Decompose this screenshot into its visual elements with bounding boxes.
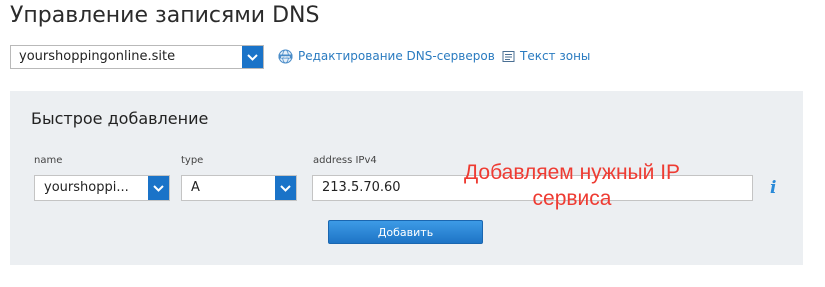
- name-select-value: yourshoppi...: [44, 180, 129, 195]
- name-label: name: [34, 155, 63, 166]
- document-icon: [502, 50, 515, 63]
- quick-add-title: Быстрое добавление: [31, 109, 209, 128]
- domain-select[interactable]: yourshoppingonline.site: [10, 45, 264, 69]
- name-select[interactable]: yourshoppi...: [34, 175, 170, 201]
- annotation-text: Добавляем нужный IP сервиса: [463, 161, 681, 210]
- info-icon[interactable]: i: [770, 178, 776, 198]
- chevron-down-icon[interactable]: [275, 176, 296, 200]
- chevron-down-icon[interactable]: [242, 46, 263, 68]
- type-label: type: [181, 155, 204, 166]
- edit-dns-servers-label: Редактирование DNS-серверов: [298, 49, 495, 63]
- svg-text:www: www: [281, 54, 291, 58]
- page-title: Управление записями DNS: [10, 3, 320, 28]
- www-globe-icon: www: [278, 49, 293, 64]
- address-input-value: 213.5.70.60: [322, 180, 401, 195]
- zone-text-link[interactable]: Текст зоны: [502, 47, 590, 65]
- domain-select-value: yourshoppingonline.site: [19, 49, 176, 64]
- address-label: address IPv4: [313, 155, 377, 166]
- chevron-down-icon[interactable]: [148, 176, 169, 200]
- type-select-value: A: [191, 180, 200, 195]
- type-select[interactable]: A: [181, 175, 297, 201]
- zone-text-label: Текст зоны: [520, 49, 591, 63]
- edit-dns-servers-link[interactable]: www Редактирование DNS-серверов: [278, 47, 495, 65]
- add-button[interactable]: Добавить: [328, 220, 483, 244]
